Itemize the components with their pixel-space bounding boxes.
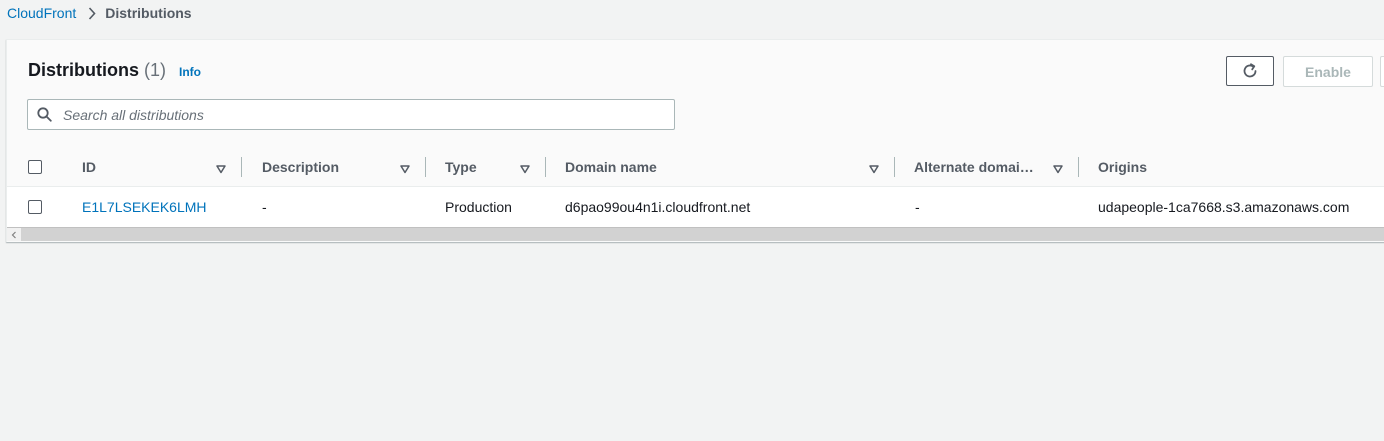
- table-row[interactable]: E1L7LSEKEK6LMH - Production d6pao99ou4n1…: [7, 187, 1384, 227]
- table-header: ID Description Type Domain name Alternat…: [7, 147, 1384, 187]
- sort-icon[interactable]: [1053, 161, 1063, 179]
- sort-icon[interactable]: [216, 161, 226, 179]
- row-select-cell: [28, 187, 42, 227]
- alternate-domain-cell: -: [915, 199, 920, 215]
- column-resizer[interactable]: [425, 157, 426, 177]
- page-title: Distributions: [28, 60, 139, 80]
- row-checkbox[interactable]: [28, 200, 42, 214]
- select-all-cell: [28, 147, 42, 186]
- info-link[interactable]: Info: [179, 65, 201, 79]
- sort-icon[interactable]: [520, 161, 530, 179]
- column-header-alternate-domain[interactable]: Alternate domai…: [914, 147, 1034, 186]
- sort-icon[interactable]: [400, 161, 410, 179]
- distributions-panel: Distributions (1) Info Enable ID: [6, 39, 1384, 242]
- column-resizer[interactable]: [894, 157, 895, 177]
- horizontal-scrollbar[interactable]: [7, 227, 1384, 241]
- column-header-domain-name[interactable]: Domain name: [565, 147, 657, 186]
- refresh-button[interactable]: [1226, 56, 1274, 86]
- more-actions-button[interactable]: [1380, 56, 1384, 87]
- domain-name-cell: d6pao99ou4n1i.cloudfront.net: [565, 199, 751, 215]
- refresh-icon: [1241, 62, 1259, 80]
- chevron-right-icon: [88, 6, 96, 20]
- column-header-origins[interactable]: Origins: [1098, 147, 1147, 186]
- column-header-id[interactable]: ID: [82, 147, 96, 186]
- description-cell: -: [262, 199, 267, 215]
- type-cell: Production: [445, 199, 512, 215]
- sort-icon[interactable]: [869, 161, 879, 179]
- origins-cell: udapeople-1ca7668.s3.amazonaws.com: [1098, 199, 1350, 215]
- select-all-checkbox[interactable]: [28, 159, 42, 174]
- search-field[interactable]: [27, 99, 675, 130]
- column-header-description[interactable]: Description: [262, 147, 339, 186]
- search-input[interactable]: [61, 105, 665, 124]
- scroll-left-icon[interactable]: [7, 228, 21, 241]
- breadcrumb-cloudfront-link[interactable]: CloudFront: [7, 5, 76, 21]
- column-resizer[interactable]: [1078, 157, 1079, 177]
- panel-header: Distributions (1) Info: [28, 60, 201, 81]
- breadcrumb-current: Distributions: [105, 5, 192, 21]
- column-header-type[interactable]: Type: [445, 147, 477, 186]
- distribution-count: (1): [144, 60, 166, 80]
- distribution-id-link[interactable]: E1L7LSEKEK6LMH: [82, 187, 207, 227]
- column-resizer[interactable]: [241, 157, 242, 177]
- column-resizer[interactable]: [545, 157, 546, 177]
- search-icon: [37, 107, 52, 122]
- breadcrumb: CloudFront Distributions: [7, 3, 192, 23]
- enable-button[interactable]: Enable: [1283, 56, 1373, 87]
